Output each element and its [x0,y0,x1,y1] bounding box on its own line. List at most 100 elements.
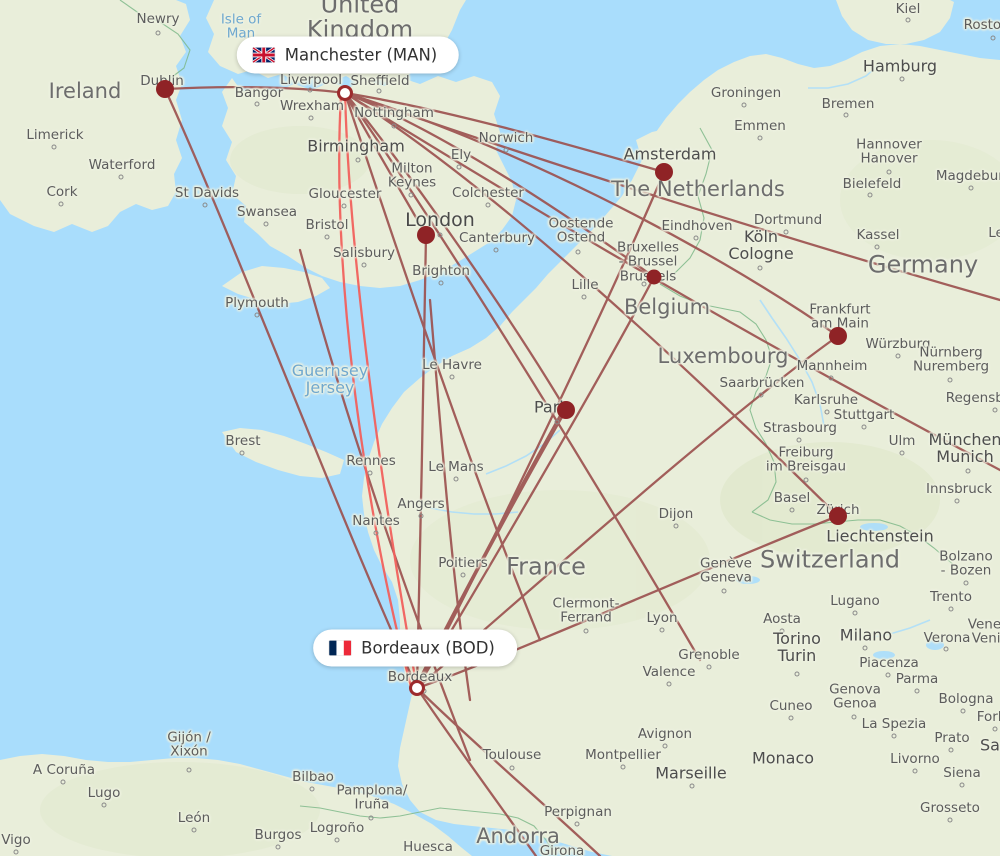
city-marker-dot [990,35,996,41]
city-marker-dot [824,409,830,415]
city-marker-dot [948,747,954,753]
city-marker-dot [899,76,905,82]
city-marker-dot [361,262,367,268]
city-marker-dot [783,229,789,235]
airport-node-zurich[interactable] [829,507,847,525]
city-marker-dot [308,115,314,121]
city-marker-dot [659,627,665,633]
airport-node-frankfurt-am-main[interactable] [829,327,847,345]
city-marker-dot [914,688,920,694]
airport-node-brussels[interactable] [646,269,662,285]
city-marker-dot [254,312,260,318]
city-marker-dot [408,192,414,198]
city-marker-dot [874,244,880,250]
city-marker-dot [437,232,443,238]
city-marker-dot [376,88,382,94]
city-marker-dot [673,523,679,529]
city-marker-dot [899,450,905,456]
origin-bubble[interactable]: Manchester (MAN) [236,36,460,74]
city-marker-dot [885,672,891,678]
city-marker-dot [641,281,647,287]
airport-node-london[interactable] [417,226,435,244]
city-marker-dot [843,112,849,118]
city-marker-dot [620,764,626,770]
city-marker-dot [118,174,124,180]
city-marker-dot [493,247,499,253]
city-marker-dot [905,17,911,23]
city-marker-dot [367,470,373,476]
city-marker-dot [155,30,161,36]
city-marker-dot [485,202,491,208]
airport-node-bordeaux[interactable] [409,680,425,696]
flight-route-map[interactable]: NewryIsle ofManUnitedKingdomKielRostockI… [0,0,1000,856]
city-marker-dot [947,377,953,383]
city-marker-dot [779,628,785,634]
airport-label: Bordeaux (BOD) [361,638,495,658]
city-marker-dot [803,477,809,483]
city-marker-dot [943,646,949,652]
city-marker-dot [574,821,580,827]
city-marker-dot [965,468,971,474]
city-marker-dot [58,201,64,207]
city-marker-dot [912,768,918,774]
city-marker-dot [309,786,315,792]
city-marker-dot [13,849,19,855]
city-marker-dot [449,374,455,380]
city-marker-dot [992,407,998,413]
city-marker-dot [796,437,802,443]
city-marker-dot [575,249,581,255]
city-marker-dot [307,87,313,93]
city-marker-dot [757,135,763,141]
airport-node-manchester[interactable] [337,85,353,101]
destination-bubble[interactable]: Bordeaux (BOD) [313,629,517,667]
city-marker-dot [456,164,462,170]
city-marker-dot [263,221,269,227]
city-marker-dot [992,726,998,732]
city-marker-dot [947,817,953,823]
city-marker-dot [852,610,858,616]
city-marker-dot [275,844,281,850]
city-marker-dot [51,144,57,150]
city-marker-dot [960,708,966,714]
city-marker-dot [794,671,800,677]
city-marker-dot [341,203,347,209]
airport-node-paris[interactable] [557,401,575,419]
city-marker-dot [789,507,795,513]
city-marker-dot [867,192,873,198]
city-marker-dot [191,827,197,833]
city-marker-dot [895,353,901,359]
airport-label: Manchester (MAN) [284,45,438,65]
city-marker-dot [391,123,397,129]
city-marker-dot [662,743,668,749]
city-marker-dot [706,664,712,670]
city-marker-dot [693,235,699,241]
city-marker-dot [862,645,868,651]
city-marker-dot [239,450,245,456]
city-marker-dot [954,498,960,504]
city-marker-dot [453,476,459,482]
city-marker-dot [721,588,727,594]
city-marker-dot [583,628,589,634]
city-marker-dot [368,815,374,821]
city-marker-dot [355,157,361,163]
city-marker-dot [959,782,965,788]
airport-node-amsterdam[interactable] [655,163,673,181]
city-marker-dot [324,234,330,240]
city-marker-dot [60,779,66,785]
city-marker-dot [891,733,897,739]
city-marker-dot [438,280,444,286]
airport-node-dublin[interactable] [156,80,174,98]
city-marker-dot [757,265,763,271]
flag-icon-fr [329,640,352,656]
city-marker-dot [851,714,857,720]
city-marker-dot [861,424,867,430]
city-marker-dot [689,783,695,789]
city-marker-dot [101,802,107,808]
map-canvas [0,0,1000,856]
city-marker-dot [581,294,587,300]
city-marker-dot [418,513,424,519]
city-marker-dot [254,101,260,107]
city-marker-dot [963,580,969,586]
city-marker-dot [741,102,747,108]
city-marker-dot [666,681,672,687]
